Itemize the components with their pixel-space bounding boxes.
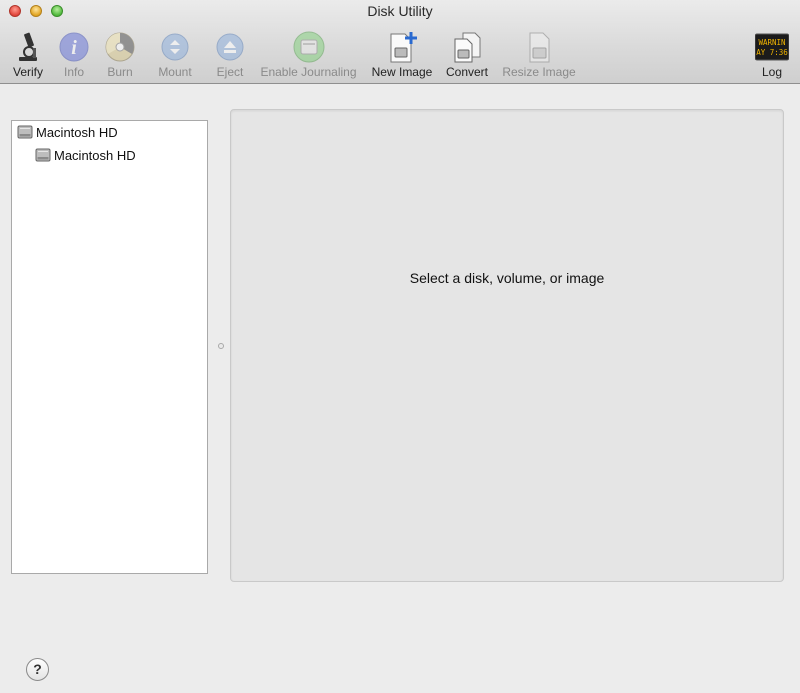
burn-label: Burn <box>107 65 133 79</box>
empty-selection-message: Select a disk, volume, or image <box>409 270 605 286</box>
window-title: Disk Utility <box>367 3 433 19</box>
resize-image-button[interactable]: Resize Image <box>500 30 578 82</box>
new-image-icon <box>390 32 417 63</box>
log-button[interactable]: WARNIN AY 7:36 Log <box>754 30 790 82</box>
eject-label: Eject <box>216 65 244 79</box>
verify-button[interactable]: Verify <box>8 30 48 82</box>
eject-button[interactable]: Eject <box>210 30 250 82</box>
resize-image-icon <box>529 32 550 63</box>
detail-pane: Select a disk, volume, or image <box>230 109 784 582</box>
mount-label: Mount <box>158 65 192 79</box>
sidebar-item-label: Macintosh HD <box>36 124 118 140</box>
log-icon: WARNIN AY 7:36 <box>755 33 789 61</box>
convert-icon <box>454 32 481 63</box>
journaling-icon <box>293 31 324 63</box>
convert-button[interactable]: Convert <box>442 30 492 82</box>
volume-icon <box>35 148 51 162</box>
help-button[interactable]: ? <box>26 658 49 681</box>
mount-icon <box>161 33 189 61</box>
microscope-icon <box>19 32 37 61</box>
sidebar-item-disk[interactable]: Macintosh HD <box>17 121 118 143</box>
resize-image-label: Resize Image <box>502 65 576 79</box>
log-icon-line1: WARNIN <box>758 38 785 47</box>
verify-label: Verify <box>12 65 43 79</box>
burn-button[interactable]: Burn <box>100 30 140 82</box>
info-icon: i <box>59 32 89 62</box>
burn-icon <box>105 32 135 62</box>
eject-icon <box>216 33 244 61</box>
sidebar-item-volume[interactable]: Macintosh HD <box>35 144 136 166</box>
mount-button[interactable]: Mount <box>153 30 197 82</box>
convert-label: Convert <box>445 65 489 79</box>
enable-journaling-label: Enable Journaling <box>260 65 357 79</box>
new-image-button[interactable]: New Image <box>368 30 436 82</box>
window-toolbar: Disk Utility Verify i Info Burn Mount Ej… <box>0 0 800 84</box>
info-button[interactable]: i Info <box>56 30 92 82</box>
enable-journaling-button[interactable]: Enable Journaling <box>257 30 360 82</box>
info-label: Info <box>63 65 84 79</box>
new-image-label: New Image <box>371 65 433 79</box>
log-label: Log <box>761 65 783 79</box>
disk-list-sidebar: Macintosh HD Macintosh HD <box>11 120 208 574</box>
hard-disk-icon <box>17 125 33 139</box>
sidebar-item-label: Macintosh HD <box>54 147 136 163</box>
log-icon-line2: AY 7:36 <box>756 48 788 57</box>
split-view-handle[interactable] <box>218 343 224 349</box>
svg-text:i: i <box>71 37 77 59</box>
